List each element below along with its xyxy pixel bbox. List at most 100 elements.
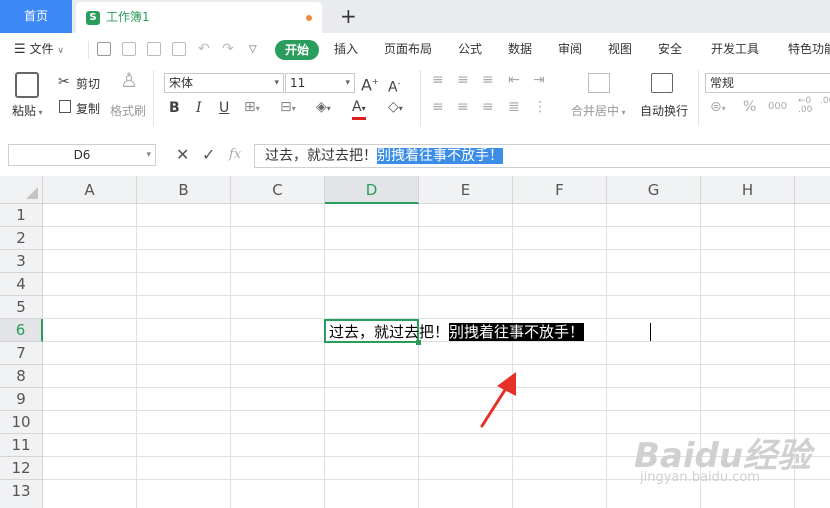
- name-box[interactable]: D6 ▾: [8, 144, 156, 166]
- row-header-6[interactable]: 6: [0, 319, 43, 342]
- copy-button[interactable]: 复制: [76, 100, 100, 117]
- row-header-3[interactable]: 3: [0, 250, 43, 273]
- column-header-f[interactable]: F: [513, 176, 607, 204]
- column-header-b[interactable]: B: [137, 176, 231, 204]
- menu-developer[interactable]: 开发工具: [711, 33, 759, 66]
- merge-center-icon[interactable]: [588, 73, 610, 93]
- copy-icon[interactable]: [59, 100, 71, 113]
- select-all-button[interactable]: [0, 176, 43, 204]
- row-header-1[interactable]: 1: [0, 204, 43, 227]
- row-header-9[interactable]: 9: [0, 388, 43, 411]
- distribute-icon[interactable]: ⋮: [533, 99, 547, 115]
- divider: [153, 70, 154, 126]
- percent-icon[interactable]: %: [743, 99, 756, 115]
- redo-icon[interactable]: ↷: [222, 33, 234, 66]
- annotation-arrow-icon: [480, 372, 516, 428]
- column-header-e[interactable]: E: [419, 176, 513, 204]
- merge-center-button[interactable]: 合并居中 ▾: [571, 102, 626, 119]
- format-painter-icon[interactable]: ♙: [120, 70, 138, 90]
- undo-icon[interactable]: ↶: [198, 33, 210, 66]
- paste-button[interactable]: 粘贴 ▾: [12, 102, 43, 119]
- formula-input[interactable]: 过去，就过去把！别拽着往事不放手！: [254, 144, 830, 168]
- fill-color-icon[interactable]: ◈▾: [316, 99, 331, 117]
- wrap-text-button[interactable]: 自动换行: [640, 102, 688, 119]
- row-header-4[interactable]: 4: [0, 273, 43, 296]
- spreadsheet-icon: S: [86, 11, 100, 25]
- decrease-font-icon[interactable]: A-: [388, 76, 400, 96]
- menu-formulas[interactable]: 公式: [458, 33, 482, 66]
- paste-icon[interactable]: [15, 72, 39, 98]
- scissors-icon[interactable]: ✂: [58, 74, 70, 90]
- menu-page-layout[interactable]: 页面布局: [384, 33, 432, 66]
- align-right-icon[interactable]: ≡: [482, 99, 494, 115]
- new-tab-button[interactable]: +: [340, 4, 357, 28]
- column-header-g[interactable]: G: [607, 176, 701, 204]
- column-header-i[interactable]: [795, 176, 830, 204]
- row-header-13[interactable]: 13: [0, 480, 43, 508]
- cancel-icon[interactable]: ✕: [176, 146, 189, 164]
- column-header-h[interactable]: H: [701, 176, 795, 204]
- font-color-icon[interactable]: A▾: [352, 99, 366, 120]
- increase-decimal-icon[interactable]: ←0.00: [798, 97, 812, 115]
- row-header-11[interactable]: 11: [0, 434, 43, 457]
- row-header-8[interactable]: 8: [0, 365, 43, 388]
- save-icon[interactable]: [97, 42, 111, 56]
- menu-special-features[interactable]: 特色功能: [788, 33, 830, 66]
- menu-view[interactable]: 视图: [608, 33, 632, 66]
- tab-home[interactable]: 首页: [0, 0, 72, 33]
- decrease-indent-icon[interactable]: ⇤: [508, 72, 520, 88]
- borders-icon[interactable]: ⊞▾: [244, 99, 260, 117]
- format-painter-button[interactable]: 格式刷: [110, 102, 146, 119]
- align-bottom-icon[interactable]: ≡: [482, 72, 494, 88]
- insert-function-icon[interactable]: fx: [229, 146, 241, 164]
- menu-data[interactable]: 数据: [508, 33, 532, 66]
- column-header-c[interactable]: C: [231, 176, 325, 204]
- gridline: [43, 272, 830, 273]
- print-icon[interactable]: [147, 42, 161, 56]
- export-icon[interactable]: [122, 42, 136, 56]
- cell-text-selected: 别拽着往事不放手！: [449, 323, 585, 341]
- formula-text-plain: 过去，就过去把！: [265, 148, 377, 164]
- cell-d6-text[interactable]: 过去，就过去把！别拽着往事不放手！: [329, 321, 585, 343]
- row-header-7[interactable]: 7: [0, 342, 43, 365]
- font-name-select[interactable]: 宋体 ▾: [164, 73, 284, 93]
- ribbon: 粘贴 ▾ ✂ 剪切 复制 ♙ 格式刷 宋体 ▾ 11 ▾ A+ A- B I U ⊞…: [0, 66, 830, 133]
- align-top-icon[interactable]: ≡: [432, 72, 444, 88]
- gridline: [43, 249, 830, 250]
- menu-security[interactable]: 安全: [658, 33, 682, 66]
- merge-format-icon[interactable]: ⊟▾: [280, 99, 296, 117]
- customize-toolbar-icon[interactable]: ▽: [249, 33, 257, 66]
- row-header-12[interactable]: 12: [0, 457, 43, 480]
- increase-indent-icon[interactable]: ⇥: [533, 72, 545, 88]
- menu-start[interactable]: 开始: [275, 40, 319, 60]
- menu-insert[interactable]: 插入: [334, 33, 358, 66]
- file-menu[interactable]: ☰ 文件 ∨: [14, 33, 64, 68]
- thousands-separator-icon[interactable]: 000: [768, 99, 787, 115]
- currency-icon[interactable]: ⊜▾: [710, 99, 726, 117]
- increase-font-icon[interactable]: A+: [361, 74, 379, 93]
- clear-format-icon[interactable]: ◇▾: [388, 99, 403, 117]
- menu-review[interactable]: 审阅: [558, 33, 582, 66]
- column-header-a[interactable]: A: [43, 176, 137, 204]
- row-header-10[interactable]: 10: [0, 411, 43, 434]
- tab-workbook[interactable]: S 工作簿1: [76, 2, 322, 33]
- confirm-icon[interactable]: ✓: [202, 146, 215, 164]
- font-size-select[interactable]: 11 ▾: [285, 73, 355, 93]
- decrease-decimal-icon[interactable]: .00: [820, 97, 830, 106]
- align-middle-icon[interactable]: ≡: [457, 72, 469, 88]
- bold-icon[interactable]: B: [169, 100, 180, 116]
- cut-button[interactable]: 剪切: [76, 75, 100, 92]
- wrap-text-icon[interactable]: [651, 73, 673, 93]
- align-left-icon[interactable]: ≡: [432, 99, 444, 115]
- print-preview-icon[interactable]: [172, 42, 186, 56]
- underline-icon[interactable]: U: [219, 100, 229, 116]
- justify-icon[interactable]: ≣: [508, 99, 520, 115]
- row-header-5[interactable]: 5: [0, 296, 43, 319]
- column-header-d[interactable]: D: [325, 176, 419, 204]
- row-header-2[interactable]: 2: [0, 227, 43, 250]
- italic-icon[interactable]: I: [196, 100, 202, 116]
- menu-bar: ☰ 文件 ∨ ↶ ↷ ▽ 开始 插入 页面布局 公式 数据 审阅 视图 安全 开…: [0, 33, 830, 67]
- align-center-icon[interactable]: ≡: [457, 99, 469, 115]
- divider: [420, 70, 421, 126]
- number-format-select[interactable]: 常规: [705, 73, 830, 93]
